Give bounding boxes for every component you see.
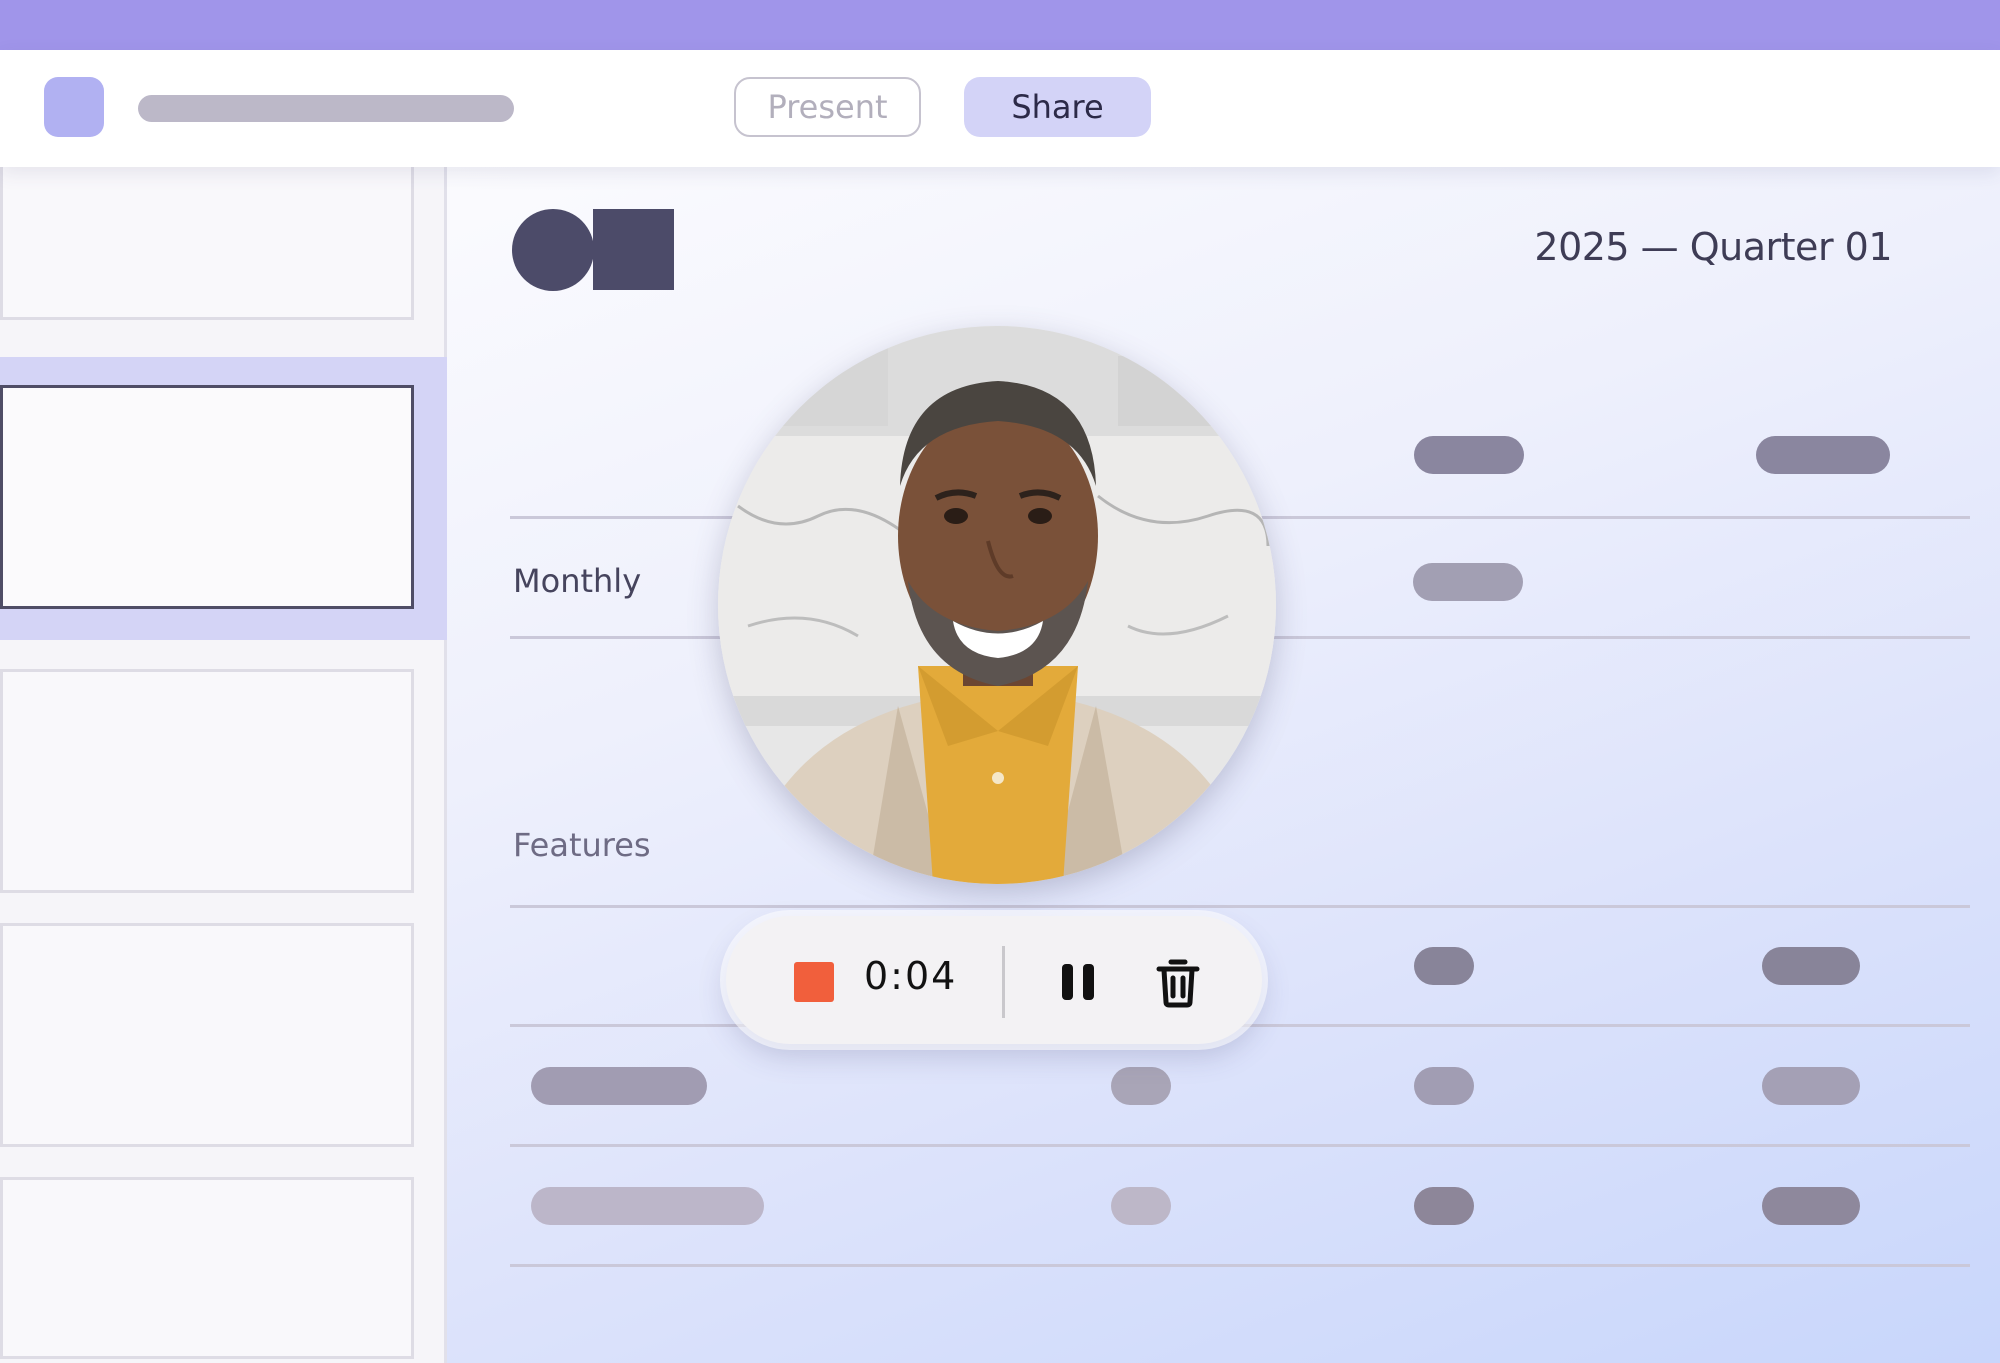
slide-thumbnail[interactable] [0,923,414,1147]
cell-placeholder [1762,1067,1860,1105]
recording-timer: 0:04 [864,954,958,998]
cell-placeholder [1413,563,1523,601]
header-placeholder [1414,436,1524,474]
header-placeholder [1756,436,1890,474]
cell-placeholder [1762,947,1860,985]
presenter-video-bubble[interactable] [718,326,1276,884]
top-accent-bar [0,0,2000,50]
slide-thumbnail-panel [0,157,447,1363]
slide-title: 2025 — Quarter 01 [1534,225,1892,269]
table-divider [510,1144,1970,1147]
recording-controls: 0:04 [726,916,1262,1044]
presenter-avatar [718,326,1276,884]
app-icon[interactable] [44,77,104,137]
cell-placeholder [1111,1067,1171,1105]
control-divider [1002,946,1005,1018]
slide-thumbnail-selected[interactable] [0,385,414,609]
share-button[interactable]: Share [964,77,1151,137]
cell-placeholder [531,1067,707,1105]
table-divider [510,905,1970,908]
document-title-placeholder[interactable] [138,95,514,122]
stop-icon[interactable] [794,962,834,1002]
row-label-features: Features [513,826,651,864]
slide-thumbnail[interactable] [0,1177,414,1359]
toolbar: Present Share [0,50,2000,167]
cell-placeholder [1414,1187,1474,1225]
trash-icon[interactable] [1154,956,1202,1008]
cell-placeholder [1414,1067,1474,1105]
logo-circle-shape [512,209,594,291]
cell-placeholder [1414,947,1474,985]
row-label-monthly: Monthly [513,562,642,600]
present-button[interactable]: Present [734,77,921,137]
cell-placeholder [1111,1187,1171,1225]
slide-thumbnail[interactable] [0,157,414,320]
slide-thumbnail[interactable] [0,669,414,893]
cell-placeholder [1762,1187,1860,1225]
table-divider [510,1264,1970,1267]
pause-icon[interactable] [1058,960,1098,1004]
logo-square-shape [593,209,674,290]
cell-placeholder [531,1187,764,1225]
